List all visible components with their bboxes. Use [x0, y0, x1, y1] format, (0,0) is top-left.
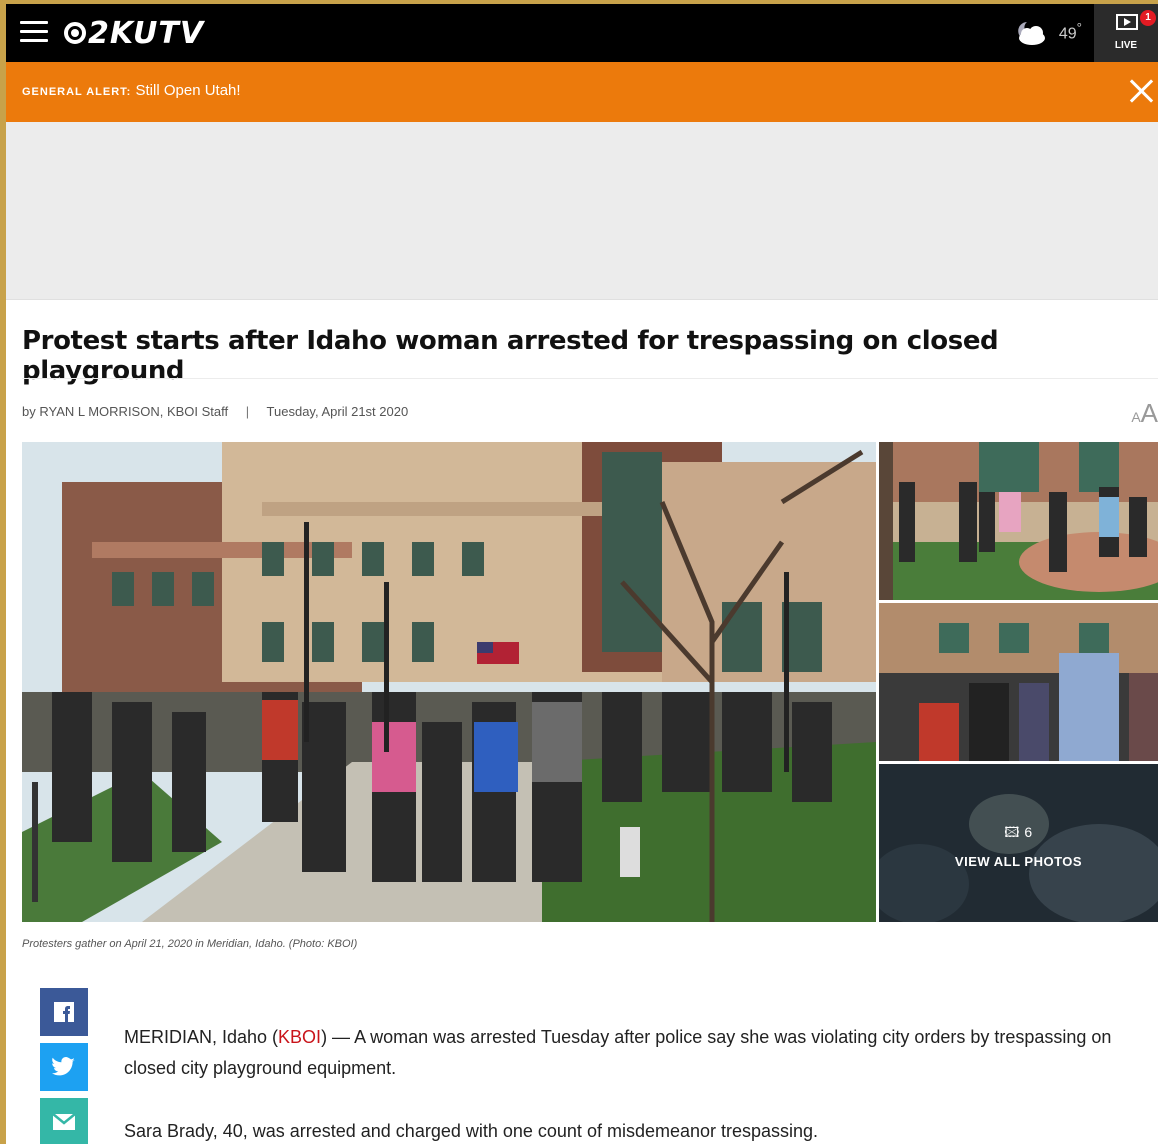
menu-icon[interactable]: [20, 21, 48, 43]
thumbnail-image-2: [879, 603, 1158, 761]
main-photo-image: [22, 442, 876, 922]
live-tv-icon: [1116, 14, 1138, 30]
facebook-icon: [54, 1002, 74, 1022]
view-all-photos-tile[interactable]: 🖾 6 VIEW ALL PHOTOS: [879, 764, 1158, 922]
article-body: MERIDIAN, Idaho (KBOI) — A woman was arr…: [124, 1022, 1114, 1144]
cbs-eye-icon: [64, 22, 86, 44]
paragraph-2: Sara Brady, 40, was arrested and charged…: [124, 1121, 819, 1141]
gallery-thumbnail-2[interactable]: [879, 603, 1158, 761]
live-count-badge: 1: [1140, 10, 1156, 26]
author: by RYAN L MORRISON, KBOI Staff: [22, 404, 229, 419]
article-headline: Protest starts after Idaho woman arreste…: [22, 326, 999, 386]
view-all-photos-label: VIEW ALL PHOTOS: [954, 854, 1083, 869]
alert-message: Still Open Utah!: [131, 82, 241, 99]
paragraph-1: MERIDIAN, Idaho (KBOI) — A woman was arr…: [124, 1027, 1112, 1078]
twitter-icon: [52, 1057, 75, 1076]
page: 2KUTV 49° 1 LIVE GENERAL ALERT: Still Op…: [6, 4, 1158, 1144]
gallery-thumbnail-1[interactable]: [879, 442, 1158, 600]
alert-text[interactable]: GENERAL ALERT: Still Open Utah!: [22, 82, 241, 99]
photo-count: 🖾 6: [1004, 824, 1033, 840]
email-share-button[interactable]: [40, 1098, 88, 1144]
live-label: LIVE: [1114, 40, 1138, 51]
alert-tag: GENERAL ALERT:: [22, 86, 132, 98]
kboi-link[interactable]: KBOI: [278, 1027, 321, 1047]
main-photo[interactable]: [22, 442, 876, 922]
text-size-button[interactable]: AA: [1131, 398, 1158, 429]
byline-separator: |: [245, 404, 250, 419]
divider: [22, 378, 1158, 379]
facebook-share-button[interactable]: [40, 988, 88, 1036]
email-icon: [52, 1113, 76, 1130]
partly-cloudy-night-icon: [1018, 22, 1045, 45]
image-icon: 🖾: [1004, 824, 1025, 840]
close-alert-icon[interactable]: [1128, 78, 1154, 104]
live-button[interactable]: 1 LIVE: [1094, 4, 1158, 62]
site-logo[interactable]: 2KUTV: [64, 12, 204, 54]
general-alert-banner: GENERAL ALERT: Still Open Utah!: [6, 62, 1158, 122]
text-size-large: A: [1140, 398, 1158, 428]
ad-placeholder: [6, 122, 1158, 300]
photo-caption: Protesters gather on April 21, 2020 in M…: [22, 938, 358, 950]
top-nav-bar: 2KUTV 49° 1 LIVE: [6, 4, 1158, 62]
logo-text: 2KUTV: [88, 15, 205, 51]
twitter-share-button[interactable]: [40, 1043, 88, 1091]
thumbnail-image-1: [879, 442, 1158, 600]
text-size-small: A: [1131, 409, 1141, 425]
weather-widget[interactable]: 49°: [1013, 18, 1082, 46]
photo-gallery: 🖾 6 VIEW ALL PHOTOS: [22, 442, 1158, 922]
byline: by RYAN L MORRISON, KBOI Staff | Tuesday…: [22, 404, 408, 419]
view-all-overlay: 🖾 6 VIEW ALL PHOTOS: [879, 822, 1158, 869]
temperature: 49°: [1058, 20, 1082, 43]
publish-date: Tuesday, April 21st 2020: [266, 404, 409, 419]
